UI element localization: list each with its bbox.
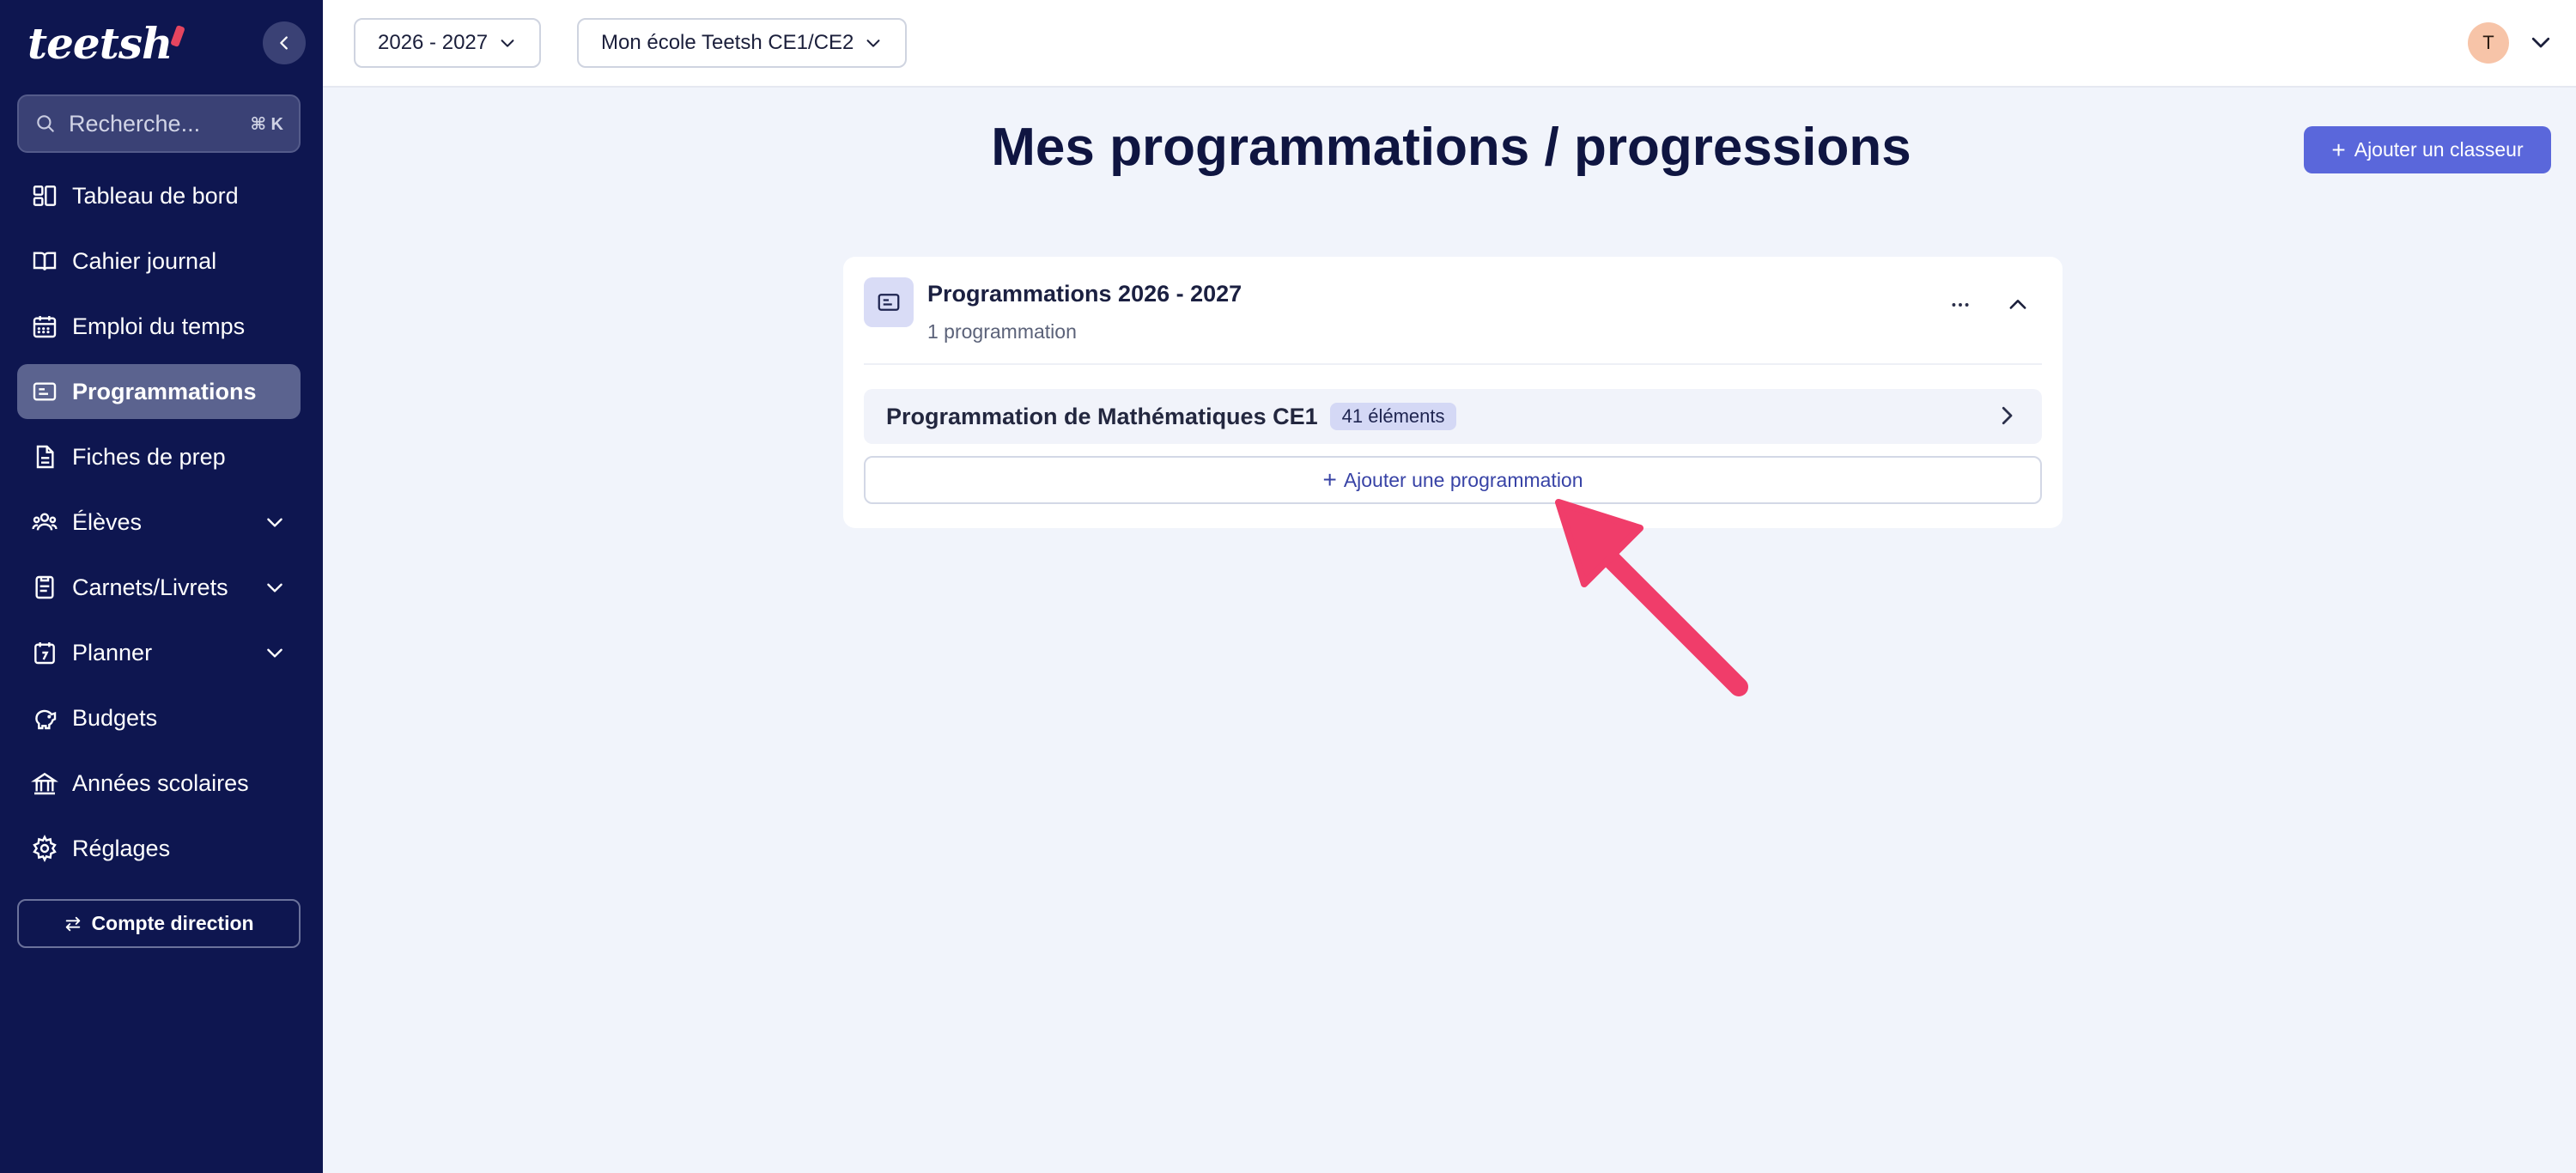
programmations-card: Programmations 2026 - 2027 1 programmati… bbox=[843, 257, 2063, 528]
sidebar-item-carnets-livrets[interactable]: Carnets/Livrets bbox=[17, 560, 301, 615]
search-placeholder: Recherche... bbox=[69, 110, 201, 137]
add-program-label: Ajouter une programmation bbox=[1343, 468, 1583, 491]
element-count-badge: 41 éléments bbox=[1329, 403, 1457, 430]
sidebar-nav: Tableau de bord Cahier journal Emploi du… bbox=[17, 168, 301, 886]
sidebar-item-programmations[interactable]: Programmations bbox=[17, 364, 301, 419]
sidebar-item-label: Planner bbox=[72, 639, 153, 666]
calendar-icon bbox=[29, 311, 60, 342]
sidebar-item-budgets[interactable]: Budgets bbox=[17, 690, 301, 745]
card-header: Programmations 2026 - 2027 1 programmati… bbox=[864, 277, 2042, 365]
sidebar-item-label: Carnets/Livrets bbox=[72, 574, 228, 600]
sidebar-item-label: Fiches de prep bbox=[72, 443, 226, 470]
logo-text: teetsh bbox=[27, 17, 173, 69]
collapse-card-button[interactable] bbox=[1999, 286, 2037, 324]
sidebar-item-tableau-de-bord[interactable]: Tableau de bord bbox=[17, 168, 301, 223]
sidebar-item-emploi-du-temps[interactable]: Emploi du temps bbox=[17, 299, 301, 354]
ellipsis-icon bbox=[1952, 303, 1969, 307]
school-year-value: 2026 - 2027 bbox=[378, 31, 489, 54]
logo-accent bbox=[170, 25, 186, 47]
sidebar-item-label: Années scolaires bbox=[72, 769, 249, 796]
planner-icon bbox=[29, 637, 60, 668]
document-icon bbox=[29, 441, 60, 472]
more-options-button[interactable] bbox=[1941, 286, 1979, 324]
chevron-down-icon[interactable] bbox=[261, 508, 289, 536]
sidebar-item-eleves[interactable]: Élèves bbox=[17, 495, 301, 550]
program-name: Programmation de Mathématiques CE1 bbox=[886, 403, 1318, 429]
chevron-down-icon bbox=[501, 40, 514, 47]
card-subtitle: 1 programmation bbox=[927, 320, 1077, 343]
chevron-right-icon bbox=[2002, 406, 2013, 425]
chevron-down-icon[interactable] bbox=[261, 639, 289, 666]
add-binder-button[interactable]: + Ajouter un classeur bbox=[2304, 126, 2551, 173]
sidebar-item-label: Emploi du temps bbox=[72, 313, 246, 339]
class-select[interactable]: Mon école Teetsh CE1/CE2 bbox=[577, 18, 908, 68]
book-open-icon bbox=[29, 246, 60, 277]
search-icon bbox=[37, 115, 54, 132]
chevron-left-icon bbox=[280, 36, 288, 50]
piggy-bank-icon bbox=[29, 702, 60, 733]
chevron-down-icon[interactable] bbox=[261, 574, 289, 601]
account-switch-label: Compte direction bbox=[91, 912, 254, 934]
search-input[interactable]: Recherche... ⌘ K bbox=[17, 94, 301, 153]
school-year-select[interactable]: 2026 - 2027 bbox=[354, 18, 542, 68]
card-title: Programmations 2026 - 2027 bbox=[927, 281, 1242, 307]
page-title: Mes programmations / progressions bbox=[991, 118, 1911, 177]
gear-icon bbox=[29, 833, 60, 864]
sidebar-item-label: Budgets bbox=[72, 704, 158, 731]
sidebar-item-annees-scolaires[interactable]: Années scolaires bbox=[17, 756, 301, 811]
class-select-value: Mon école Teetsh CE1/CE2 bbox=[601, 31, 854, 54]
add-program-button[interactable]: + Ajouter une programmation bbox=[864, 456, 2042, 504]
collapse-sidebar-button[interactable] bbox=[263, 21, 306, 64]
sidebar-item-label: Élèves bbox=[72, 508, 143, 535]
sidebar-item-label: Cahier journal bbox=[72, 247, 217, 274]
notebook-icon bbox=[29, 572, 60, 603]
program-row[interactable]: Programmation de Mathématiques CE1 41 él… bbox=[864, 389, 2042, 444]
plus-icon: + bbox=[1322, 466, 1337, 493]
topbar: 2026 - 2027 Mon école Teetsh CE1/CE2 T bbox=[323, 0, 2576, 88]
users-icon bbox=[29, 507, 60, 538]
teetsh-logo[interactable]: teetsh bbox=[27, 15, 186, 70]
sidebar-item-planner[interactable]: Planner bbox=[17, 625, 301, 680]
sidebar-item-reglages[interactable]: Réglages bbox=[17, 821, 301, 876]
plus-icon: + bbox=[2331, 136, 2346, 163]
dashboard-icon bbox=[29, 180, 60, 211]
sidebar-item-label: Tableau de bord bbox=[72, 182, 239, 209]
search-shortcut: ⌘ K bbox=[250, 114, 283, 134]
add-binder-label: Ajouter un classeur bbox=[2354, 138, 2524, 161]
chevron-down-icon[interactable] bbox=[2528, 29, 2554, 55]
account-switch-button[interactable]: Compte direction bbox=[17, 899, 301, 948]
sidebar: teetsh Recherche... ⌘ K Tableau de bord … bbox=[0, 0, 323, 1173]
presentation-icon bbox=[864, 277, 914, 327]
sidebar-item-label: Programmations bbox=[72, 378, 257, 404]
sidebar-item-cahier-journal[interactable]: Cahier journal bbox=[17, 234, 301, 289]
chevron-up-icon bbox=[2009, 300, 2026, 309]
chevron-down-icon bbox=[866, 40, 880, 47]
school-building-icon bbox=[29, 768, 60, 799]
avatar[interactable]: T bbox=[2468, 22, 2509, 64]
sidebar-item-label: Réglages bbox=[72, 835, 171, 861]
sidebar-item-fiches-de-prep[interactable]: Fiches de prep bbox=[17, 429, 301, 484]
annotation-arrow bbox=[1555, 499, 1748, 696]
presentation-icon bbox=[29, 376, 60, 407]
switch-arrows-icon bbox=[66, 916, 81, 931]
